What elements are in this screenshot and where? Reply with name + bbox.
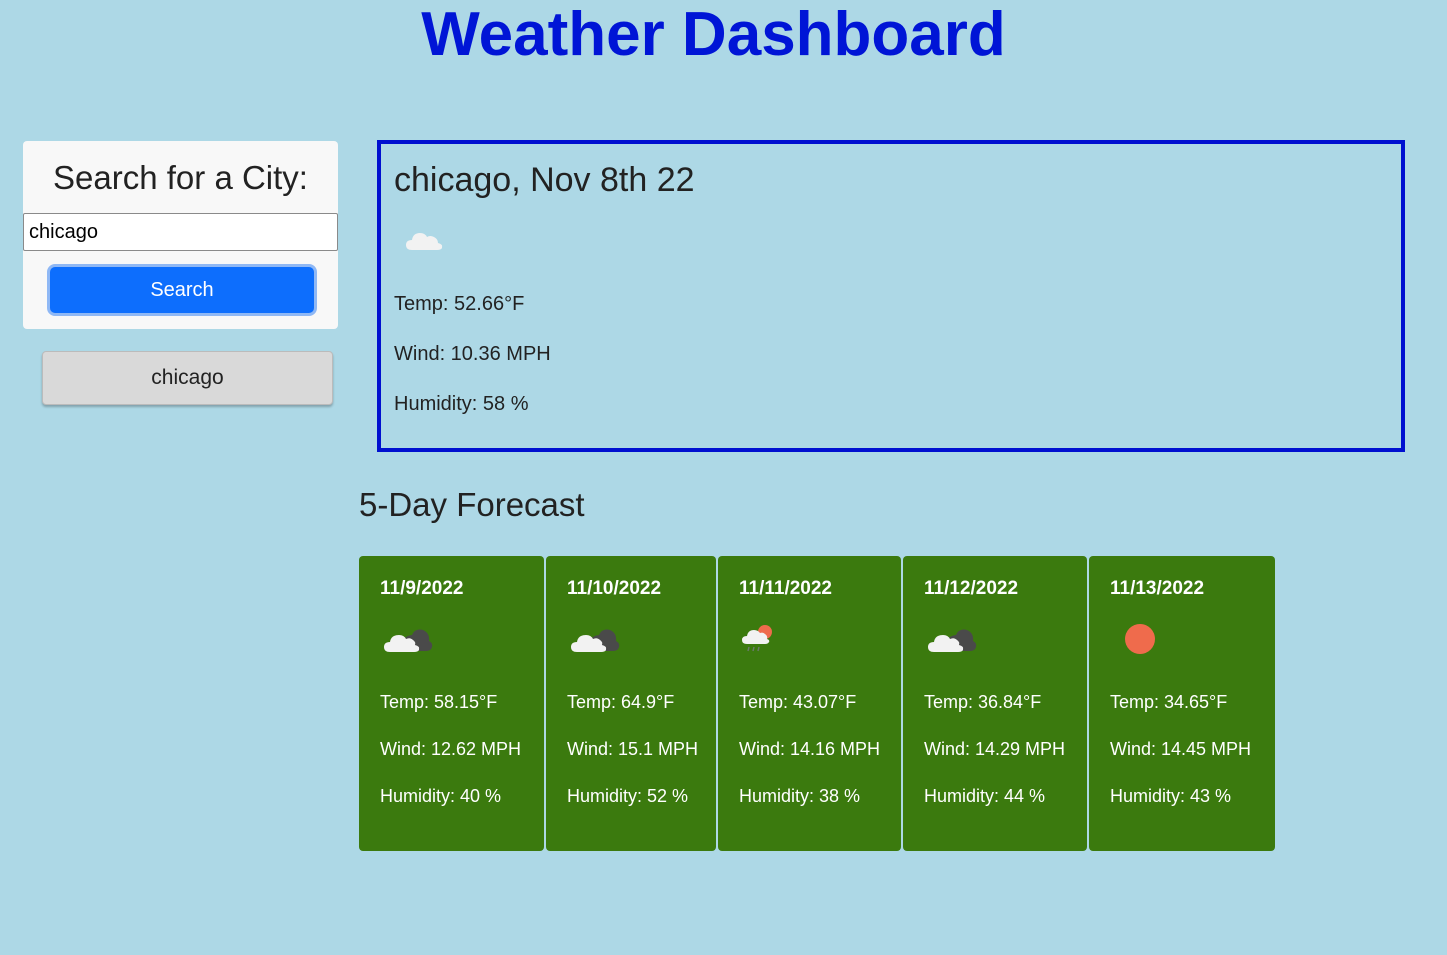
forecast-day-card: 11/13/2022 Temp: 34.65°F Wind: 14.45 MPH… <box>1089 556 1275 851</box>
forecast-humidity: Humidity: 44 % <box>924 786 1046 806</box>
forecast-temp: Temp: 58.15°F <box>380 692 498 712</box>
forecast-date: 11/12/2022 <box>924 578 1019 599</box>
forecast-day-card: 11/11/2022 Temp: 43.07°F Wind: 14.16 MPH… <box>718 556 901 851</box>
forecast-wind: Wind: 14.29 MPH <box>924 739 1066 759</box>
search-panel: Search for a City: Search <box>23 141 338 329</box>
cloud-icon <box>406 233 443 250</box>
forecast-humidity: Humidity: 38 % <box>739 786 861 806</box>
forecast-humidity: Humidity: 52 % <box>567 786 689 806</box>
forecast-temp: Temp: 34.65°F <box>1110 692 1228 712</box>
forecast-date: 11/9/2022 <box>380 578 464 599</box>
broken-clouds-icon <box>384 629 433 652</box>
rain-sun-icon <box>742 625 772 652</box>
forecast-temp: Temp: 43.07°F <box>739 692 857 712</box>
forecast-wind: Wind: 14.16 MPH <box>739 739 881 759</box>
city-search-input[interactable] <box>23 213 338 251</box>
forecast-temp: Temp: 36.84°F <box>924 692 1042 712</box>
history-city-button[interactable]: chicago <box>42 351 333 405</box>
forecast-date: 11/10/2022 <box>567 578 662 599</box>
forecast-humidity: Humidity: 43 % <box>1110 786 1232 806</box>
forecast-humidity: Humidity: 40 % <box>380 786 502 806</box>
current-temp: Temp: 52.66°F <box>394 293 525 315</box>
page-title: Weather Dashboard <box>421 0 1006 69</box>
forecast-wind: Wind: 15.1 MPH <box>567 739 699 759</box>
sun-icon <box>1125 624 1155 654</box>
current-wind: Wind: 10.36 MPH <box>394 343 551 365</box>
forecast-temp: Temp: 64.9°F <box>567 692 675 712</box>
forecast-day-card: 11/12/2022 Temp: 36.84°F Wind: 14.29 MPH… <box>903 556 1087 851</box>
broken-clouds-icon <box>928 629 977 652</box>
forecast-date: 11/13/2022 <box>1110 578 1205 599</box>
current-humidity: Humidity: 58 % <box>394 393 529 415</box>
forecast-day-card: 11/10/2022 Temp: 64.9°F Wind: 15.1 MPH H… <box>546 556 716 851</box>
forecast-date: 11/11/2022 <box>739 578 832 599</box>
forecast-wind: Wind: 14.45 MPH <box>1110 739 1252 759</box>
current-weather-card: chicago, Nov 8th 22 Temp: 52.66°F Wind: … <box>377 140 1405 452</box>
search-heading: Search for a City: <box>53 159 308 196</box>
current-city-date: chicago, Nov 8th 22 <box>394 161 695 199</box>
forecast-wind: Wind: 12.62 MPH <box>380 739 522 759</box>
forecast-heading: 5-Day Forecast <box>359 486 585 523</box>
broken-clouds-icon <box>571 629 620 652</box>
search-button[interactable]: Search <box>47 264 317 316</box>
forecast-day-card: 11/9/2022 Temp: 58.15°F Wind: 12.62 MPH … <box>359 556 544 851</box>
